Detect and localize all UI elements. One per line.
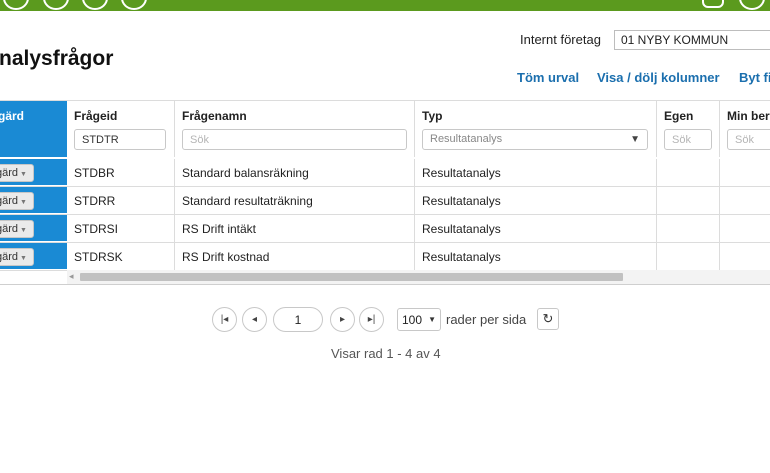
last-page-button[interactable]: ▸| <box>359 307 384 332</box>
row-action-cell: gärd▼ <box>0 243 67 270</box>
clear-selection-link[interactable]: Töm urval <box>517 70 579 85</box>
cell-name: Standard balansräkning <box>175 159 415 186</box>
cell-type: Resultatanalys <box>415 243 657 270</box>
column-label-id: Frågeid <box>74 109 118 123</box>
cell-own <box>657 159 720 186</box>
horizontal-scrollbar[interactable]: ◂ <box>67 270 770 284</box>
column-header-id[interactable]: Frågeid <box>67 100 175 157</box>
row-action-cell: gärd▼ <box>0 215 67 242</box>
filter-own-input[interactable] <box>664 129 712 150</box>
row-action-button[interactable]: gärd▼ <box>0 220 34 238</box>
nav-circle-icon[interactable] <box>43 0 69 10</box>
nav-circle-icon[interactable] <box>82 0 108 10</box>
cell-min <box>720 243 770 270</box>
chevron-down-icon: ▼ <box>428 315 436 324</box>
cell-id: STDRR <box>67 187 175 214</box>
cell-type: Resultatanalys <box>415 215 657 242</box>
column-label-action: gärd <box>0 109 25 123</box>
cell-type: Resultatanalys <box>415 159 657 186</box>
column-label-min: Min ber <box>727 109 770 123</box>
column-header-own[interactable]: Egen <box>657 100 720 157</box>
table-row[interactable]: gärd▼ STDRSK RS Drift kostnad Resultatan… <box>0 243 770 271</box>
row-action-button[interactable]: gärd▼ <box>0 192 34 210</box>
cell-id: STDRSI <box>67 215 175 242</box>
rows-per-page-select[interactable]: 100 ▼ <box>397 308 441 331</box>
company-label: Internt företag <box>520 32 601 47</box>
cell-min <box>720 215 770 242</box>
table-row[interactable]: gärd▼ STDBR Standard balansräkning Resul… <box>0 159 770 187</box>
page-number-input[interactable] <box>273 307 323 332</box>
results-grid: gärd Frågeid Frågenamn Typ Resultatanaly… <box>0 100 770 285</box>
rows-per-page-label: rader per sida <box>446 312 527 327</box>
cell-own <box>657 187 720 214</box>
column-header-action: gärd <box>0 100 67 157</box>
toggle-columns-link[interactable]: Visa / dölj kolumner <box>597 70 720 85</box>
table-row[interactable]: gärd▼ STDRR Standard resultaträkning Res… <box>0 187 770 215</box>
first-page-icon: |◂ <box>220 314 229 325</box>
filter-min-input[interactable] <box>727 129 770 150</box>
cell-name: RS Drift kostnad <box>175 243 415 270</box>
prev-page-icon: ◂ <box>251 314 258 325</box>
first-page-button[interactable]: |◂ <box>212 307 237 332</box>
page-title: nalysfrågor <box>0 47 114 70</box>
cell-name: Standard resultaträkning <box>175 187 415 214</box>
column-header-type[interactable]: Typ Resultatanalys ▼ <box>415 100 657 157</box>
column-label-name: Frågenamn <box>182 109 247 123</box>
next-page-icon: ▸ <box>339 314 346 325</box>
filter-id-input[interactable] <box>74 129 166 150</box>
cell-own <box>657 243 720 270</box>
cell-id: STDRSK <box>67 243 175 270</box>
scroll-left-icon[interactable]: ◂ <box>69 271 74 282</box>
menu-square-icon[interactable] <box>702 0 724 8</box>
nav-circle-icon[interactable] <box>121 0 147 10</box>
row-action-cell: gärd▼ <box>0 159 67 186</box>
table-row[interactable]: gärd▼ STDRSI RS Drift intäkt Resultatana… <box>0 215 770 243</box>
chevron-down-icon: ▼ <box>20 171 27 178</box>
cell-min <box>720 187 770 214</box>
chevron-down-icon: ▼ <box>630 134 640 145</box>
chevron-down-icon: ▼ <box>20 199 27 206</box>
chevron-down-icon: ▼ <box>20 255 27 262</box>
row-action-button[interactable]: gärd▼ <box>0 248 34 266</box>
last-page-icon: ▸| <box>367 314 376 325</box>
row-action-cell: gärd▼ <box>0 187 67 214</box>
column-header-min[interactable]: Min ber <box>720 100 770 157</box>
cell-min <box>720 159 770 186</box>
switch-link[interactable]: Byt fi <box>739 70 770 85</box>
refresh-icon: ↻ <box>542 311 554 326</box>
filter-name-input[interactable] <box>182 129 407 150</box>
filter-type-select[interactable]: Resultatanalys ▼ <box>422 129 648 150</box>
nav-circle-icon[interactable] <box>3 0 29 10</box>
cell-name: RS Drift intäkt <box>175 215 415 242</box>
top-bar <box>0 0 770 11</box>
column-header-name[interactable]: Frågenamn <box>175 100 415 157</box>
prev-page-button[interactable]: ◂ <box>242 307 267 332</box>
row-action-button[interactable]: gärd▼ <box>0 164 34 182</box>
scrollbar-thumb[interactable] <box>80 273 623 281</box>
rows-per-page-value: 100 <box>402 313 423 327</box>
cell-id: STDBR <box>67 159 175 186</box>
cell-type: Resultatanalys <box>415 187 657 214</box>
refresh-button[interactable]: ↻ <box>537 308 559 330</box>
column-label-type: Typ <box>422 109 443 123</box>
next-page-button[interactable]: ▸ <box>330 307 355 332</box>
company-select[interactable] <box>614 30 770 50</box>
column-label-own: Egen <box>664 109 694 123</box>
chevron-down-icon: ▼ <box>20 227 27 234</box>
filter-type-value: Resultatanalys <box>430 133 503 145</box>
pager-status: Visar rad 1 - 4 av 4 <box>331 346 441 361</box>
user-circle-icon[interactable] <box>739 0 765 10</box>
cell-own <box>657 215 720 242</box>
